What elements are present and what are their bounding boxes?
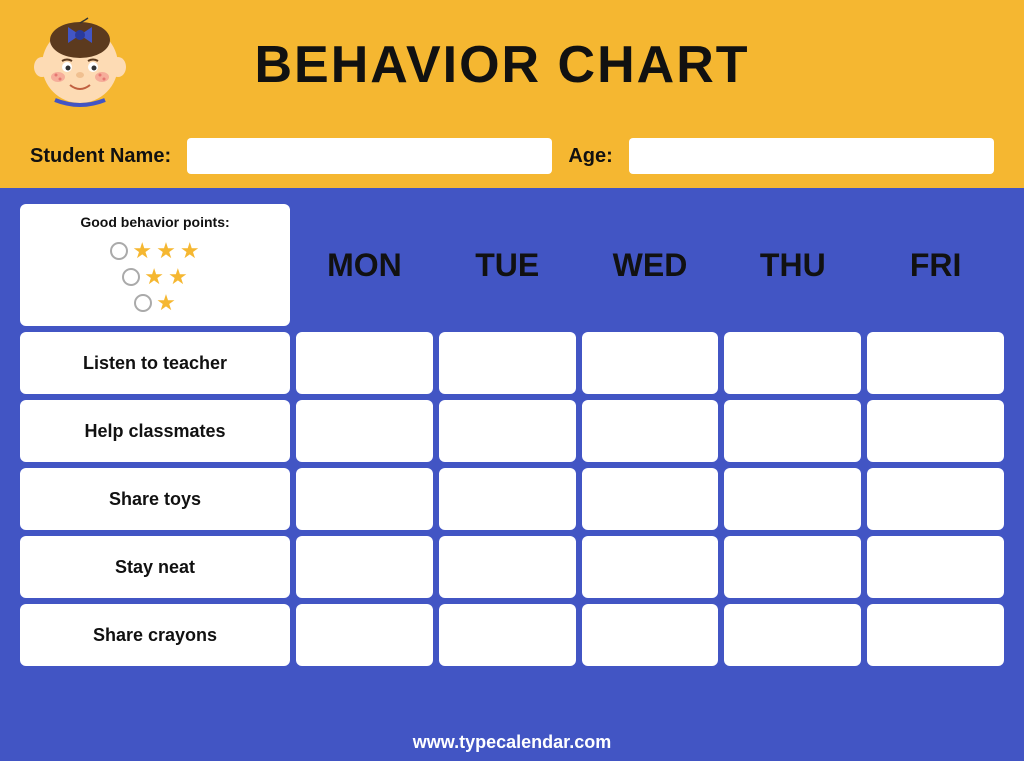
cell-help-tue[interactable] [439,400,576,462]
cell-neat-tue[interactable] [439,536,576,598]
cell-toys-tue[interactable] [439,468,576,530]
circle-icon [122,268,140,286]
behavior-help-classmates: Help classmates [20,400,290,462]
cell-crayons-mon[interactable] [296,604,433,666]
star-icon: ★ [156,292,176,314]
header: BEHAVIOR CHART [0,0,1024,130]
day-header-wed: WED [582,204,719,326]
legend-cell: Good behavior points: ★ ★ ★ ★ ★ ★ [20,204,290,326]
circle-icon [134,294,152,312]
behavior-stay-neat: Stay neat [20,536,290,598]
star-icon: ★ [144,266,164,288]
student-name-input[interactable] [187,138,552,174]
student-bar: Student Name: Age: [0,130,1024,188]
cell-listen-mon[interactable] [296,332,433,394]
cell-crayons-wed[interactable] [582,604,719,666]
chart-grid: Good behavior points: ★ ★ ★ ★ ★ ★ MON TU… [20,204,1004,666]
cell-help-thu[interactable] [724,400,861,462]
cell-crayons-tue[interactable] [439,604,576,666]
cell-toys-fri[interactable] [867,468,1004,530]
cell-neat-wed[interactable] [582,536,719,598]
circle-icon [110,242,128,260]
cell-listen-fri[interactable] [867,332,1004,394]
cell-crayons-fri[interactable] [867,604,1004,666]
cell-listen-wed[interactable] [582,332,719,394]
cell-toys-mon[interactable] [296,468,433,530]
star-icon: ★ [156,240,176,262]
behavior-share-toys: Share toys [20,468,290,530]
cell-listen-thu[interactable] [724,332,861,394]
chart-area: Good behavior points: ★ ★ ★ ★ ★ ★ MON TU… [0,188,1024,728]
cell-help-wed[interactable] [582,400,719,462]
behavior-share-crayons: Share crayons [20,604,290,666]
star-icon: ★ [168,266,188,288]
star-icon: ★ [132,240,152,262]
day-header-tue: TUE [439,204,576,326]
behavior-listen-to-teacher: Listen to teacher [20,332,290,394]
page-title: BEHAVIOR CHART [130,35,874,95]
star-row-3: ★ ★ ★ [110,240,199,262]
cell-neat-thu[interactable] [724,536,861,598]
footer: www.typecalendar.com [0,728,1024,761]
day-header-fri: FRI [867,204,1004,326]
cell-help-mon[interactable] [296,400,433,462]
cell-listen-tue[interactable] [439,332,576,394]
cell-neat-fri[interactable] [867,536,1004,598]
student-name-label: Student Name: [30,145,171,168]
cell-toys-wed[interactable] [582,468,719,530]
star-row-1: ★ [134,292,176,314]
day-header-thu: THU [724,204,861,326]
star-icon: ★ [180,240,200,262]
cell-help-fri[interactable] [867,400,1004,462]
avatar-icon [30,15,130,115]
age-label: Age: [568,145,612,168]
day-header-mon: MON [296,204,433,326]
legend-title: Good behavior points: [80,214,229,230]
age-input[interactable] [629,138,994,174]
cell-crayons-thu[interactable] [724,604,861,666]
cell-toys-thu[interactable] [724,468,861,530]
star-row-2: ★ ★ [122,266,187,288]
footer-url[interactable]: www.typecalendar.com [413,732,611,752]
cell-neat-mon[interactable] [296,536,433,598]
